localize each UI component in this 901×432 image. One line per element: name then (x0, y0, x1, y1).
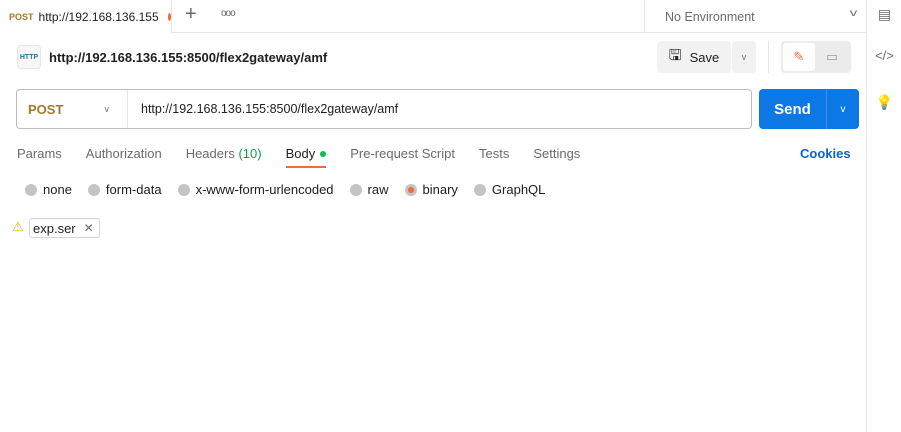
tab-body[interactable]: Body (285, 146, 327, 168)
lightbulb-icon[interactable]: 💡 (867, 94, 901, 111)
tab-pre-request-script[interactable]: Pre-request Script (350, 146, 455, 161)
new-tab-button[interactable]: + (185, 3, 197, 26)
radio-urlencoded[interactable]: x-www-form-urlencoded (177, 182, 334, 197)
tab-title: http://192.168.136.155 (38, 9, 159, 24)
send-button[interactable]: Send v (759, 89, 859, 129)
tab-headers[interactable]: Headers (10) (186, 146, 262, 161)
radio-binary[interactable]: binary (404, 182, 458, 197)
divider (768, 41, 769, 73)
url-input[interactable]: http://192.168.136.155:8500/flex2gateway… (128, 102, 398, 116)
file-name: exp.ser (33, 220, 76, 236)
right-sidebar: ▤ </> 💡 (866, 0, 901, 432)
unsaved-dot-icon (167, 12, 171, 21)
radio-graphql[interactable]: GraphQL (473, 182, 545, 197)
method-label: POST (28, 101, 64, 117)
method-select[interactable]: POST v (17, 90, 128, 128)
tab-params[interactable]: Params (17, 146, 62, 161)
http-icon: HTTP (17, 45, 41, 69)
tab-settings[interactable]: Settings (533, 146, 580, 161)
code-icon[interactable]: </> (867, 48, 901, 63)
edit-pencil-icon[interactable]: ✎ (783, 43, 815, 71)
headers-label: Headers (185, 146, 235, 161)
body-label: Body (285, 146, 316, 161)
send-label: Send (774, 100, 811, 118)
chevron-down-icon: v (104, 104, 110, 114)
tab-tests[interactable]: Tests (479, 146, 509, 161)
chevron-down-icon: v (849, 8, 858, 19)
save-icon: 🖫 (668, 46, 682, 64)
tab-method: POST (9, 11, 34, 22)
save-options-button[interactable]: v (732, 41, 756, 73)
save-button[interactable]: 🖫 Save (657, 41, 731, 73)
radio-none[interactable]: none (25, 182, 72, 197)
send-options-chevron-icon[interactable]: v (826, 89, 859, 129)
body-type-radios: none form-data x-www-form-urlencoded raw… (25, 182, 561, 197)
comment-icon[interactable]: ▭ (815, 49, 849, 65)
radio-raw[interactable]: raw (349, 182, 389, 197)
environment-label: No Environment (665, 9, 755, 24)
cookies-link[interactable]: Cookies (800, 146, 851, 161)
request-tabs: Params Authorization Headers (10) Body P… (17, 146, 604, 168)
body-dot-icon (320, 151, 327, 157)
request-name[interactable]: http://192.168.136.155:8500/flex2gateway… (49, 50, 327, 65)
radio-form-data[interactable]: form-data (87, 182, 162, 197)
environment-quicklook-icon[interactable]: ▤ (867, 6, 901, 23)
save-label: Save (689, 49, 720, 65)
file-chip: exp.ser ✕ (29, 218, 100, 238)
tab-authorization[interactable]: Authorization (86, 146, 162, 161)
tab-bar: POST http://192.168.136.155 + ooo No Env… (0, 0, 866, 33)
more-tabs-button[interactable]: ooo (221, 8, 236, 19)
remove-file-close-icon[interactable]: ✕ (84, 221, 94, 235)
url-bar: POST v http://192.168.136.155:8500/flex2… (16, 89, 752, 129)
headers-count: (10) (238, 146, 262, 161)
request-tab[interactable]: POST http://192.168.136.155 (0, 0, 172, 33)
view-toggle: ✎ ▭ (781, 41, 851, 73)
warning-icon: ⚠ (12, 219, 24, 234)
environment-select[interactable]: No Environment v (644, 0, 866, 33)
active-tab-underline (285, 166, 326, 168)
